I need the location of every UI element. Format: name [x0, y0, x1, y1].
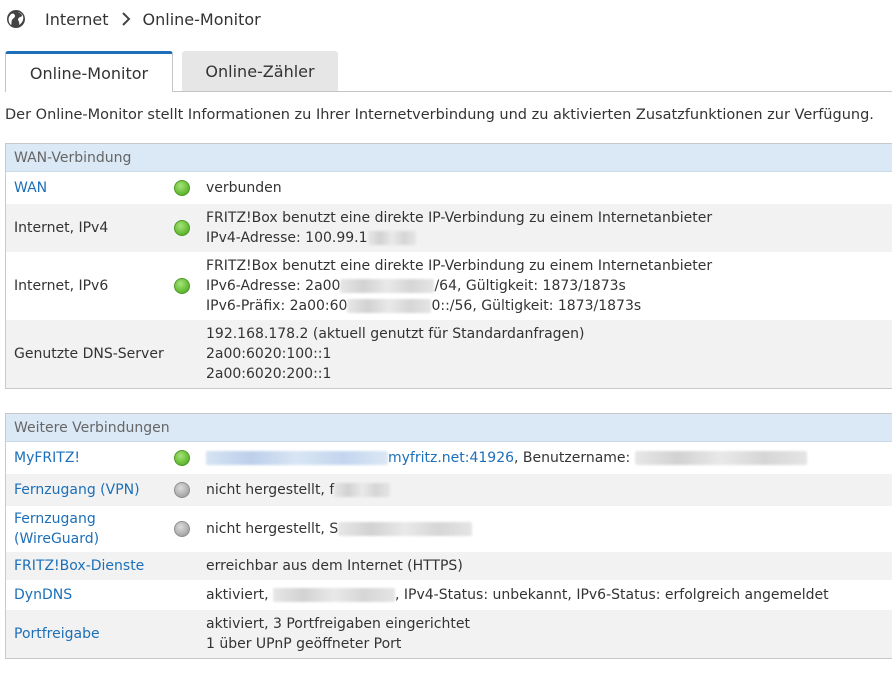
tab-online-monitor[interactable]: Online-Monitor — [5, 51, 173, 92]
dyndns-value: aktiviert, , IPv4-Status: unbekannt, IPv… — [206, 585, 892, 605]
ipv6-line3: IPv6-Präfix: 2a00:60 0::/56, Gültigkeit: … — [206, 296, 892, 316]
ipv6-row: Internet, IPv6 FRITZ!Box benutzt eine di… — [6, 252, 892, 320]
myfritz-user-text: , Benutzername: — [514, 450, 635, 466]
vpn-status: nicht hergestellt, f — [206, 482, 335, 498]
dns-row: Genutzte DNS-Server 192.168.178.2 (aktue… — [6, 320, 892, 388]
services-row: FRITZ!Box-Dienste erreichbar aus dem Int… — [6, 552, 892, 580]
redacted-block — [334, 483, 391, 497]
myfritz-value: myfritz.net:41926, Benutzername: — [206, 448, 892, 468]
myfritz-address-link[interactable]: myfritz.net:41926 — [388, 450, 514, 466]
status-led-green-icon — [174, 450, 190, 466]
wireguard-label-line2: (WireGuard) — [14, 531, 100, 547]
ipv6-line2: IPv6-Adresse: 2a00/64, Gültigkeit: 1873/… — [206, 276, 892, 296]
ipv4-row: Internet, IPv4 FRITZ!Box benutzt eine di… — [6, 204, 892, 252]
status-led-green-icon — [174, 180, 190, 196]
chevron-right-icon — [121, 12, 130, 26]
ipv6-prefix-end: 0::/56, Gültigkeit: 1873/1873s — [431, 298, 642, 314]
redacted-block — [273, 588, 395, 602]
wireguard-value: nicht hergestellt, S — [206, 519, 892, 539]
ipv4-address: IPv4-Adresse: 100.99.1 — [206, 230, 368, 246]
vpn-link[interactable]: Fernzugang (VPN) — [6, 480, 166, 500]
portfreigabe-value: aktiviert, 3 Portfreigaben eingerichtet … — [206, 614, 892, 654]
wan-status: verbunden — [206, 180, 282, 196]
redacted-block — [340, 279, 435, 293]
ipv4-label: Internet, IPv4 — [14, 220, 109, 236]
tab-online-zaehler[interactable]: Online-Zähler — [182, 51, 338, 92]
ipv4-line2: IPv4-Adresse: 100.99.1 — [206, 228, 892, 248]
dns-line2: 2a00:6020:100::1 — [206, 346, 332, 362]
services-value: erreichbar aus dem Internet (HTTPS) — [206, 558, 463, 574]
ipv4-value: FRITZ!Box benutzt eine direkte IP-Verbin… — [206, 208, 892, 248]
ipv6-label: Internet, IPv6 — [14, 278, 109, 294]
dns-value: 192.168.178.2 (aktuell genutzt für Stand… — [206, 324, 892, 384]
status-led-gray-icon — [174, 482, 190, 498]
redacted-block — [206, 451, 388, 465]
portfreigabe-link[interactable]: Portfreigabe — [6, 624, 166, 644]
more-connections-panel: Weitere Verbindungen MyFRITZ! myfritz.ne… — [5, 413, 892, 659]
intro-text: Der Online-Monitor stellt Informationen … — [5, 107, 874, 123]
wireguard-status: nicht hergestellt, S — [206, 521, 339, 537]
dns-label: Genutzte DNS-Server — [14, 346, 164, 362]
wan-link[interactable]: WAN — [6, 178, 166, 198]
redacted-block — [338, 522, 473, 536]
portfreigabe-line2: 1 über UPnP geöffneter Port — [206, 636, 402, 652]
wireguard-row: Fernzugang (WireGuard) nicht hergestellt… — [6, 506, 892, 552]
ipv6-value: FRITZ!Box benutzt eine direkte IP-Verbin… — [206, 256, 892, 316]
status-led-green-icon — [174, 220, 190, 236]
myfritz-link[interactable]: MyFRITZ! — [6, 448, 166, 468]
tab-bar: Online-Monitor Online-Zähler — [5, 51, 338, 92]
breadcrumb: Internet Online-Monitor — [6, 8, 261, 30]
more-panel-heading: Weitere Verbindungen — [6, 414, 892, 442]
ipv6-line1: FRITZ!Box benutzt eine direkte IP-Verbin… — [206, 258, 713, 274]
myfritz-row: MyFRITZ! myfritz.net:41926, Benutzername… — [6, 442, 892, 474]
dyndns-row: DynDNS aktiviert, , IPv4-Status: unbekan… — [6, 580, 892, 610]
dns-line1: 192.168.178.2 (aktuell genutzt für Stand… — [206, 326, 585, 342]
redacted-block — [367, 231, 416, 245]
portfreigabe-line1: aktiviert, 3 Portfreigaben eingerichtet — [206, 616, 470, 632]
wireguard-link[interactable]: Fernzugang (WireGuard) — [6, 509, 166, 549]
dns-line3: 2a00:6020:200::1 — [206, 366, 332, 382]
dyndns-status-a: aktiviert, — [206, 587, 273, 603]
ipv6-address-prefix: IPv6-Adresse: 2a00 — [206, 278, 341, 294]
breadcrumb-root[interactable]: Internet — [45, 10, 109, 29]
status-led-gray-icon — [174, 521, 190, 537]
wan-row: WAN verbunden — [6, 172, 892, 204]
ipv4-line1: FRITZ!Box benutzt eine direkte IP-Verbin… — [206, 210, 713, 226]
vpn-row: Fernzugang (VPN) nicht hergestellt, f — [6, 474, 892, 506]
wireguard-label-line1: Fernzugang — [14, 511, 96, 527]
dyndns-status-b: , IPv4-Status: unbekannt, IPv6-Status: e… — [395, 587, 829, 603]
redacted-block — [634, 451, 807, 465]
vpn-value: nicht hergestellt, f — [206, 480, 892, 500]
services-link[interactable]: FRITZ!Box-Dienste — [6, 556, 166, 576]
dyndns-link[interactable]: DynDNS — [6, 585, 166, 605]
ipv6-prefix-start: IPv6-Präfix: 2a00:60 — [206, 298, 348, 314]
breadcrumb-current: Online-Monitor — [142, 9, 261, 29]
wan-panel-heading: WAN-Verbindung — [6, 144, 892, 172]
portfreigabe-row: Portfreigabe aktiviert, 3 Portfreigaben … — [6, 610, 892, 658]
globe-icon — [7, 10, 25, 28]
wan-panel: WAN-Verbindung WAN verbunden Internet, I… — [5, 143, 892, 389]
status-led-green-icon — [174, 278, 190, 294]
redacted-block — [347, 299, 432, 313]
ipv6-address-suffix: /64, Gültigkeit: 1873/1873s — [434, 278, 626, 294]
